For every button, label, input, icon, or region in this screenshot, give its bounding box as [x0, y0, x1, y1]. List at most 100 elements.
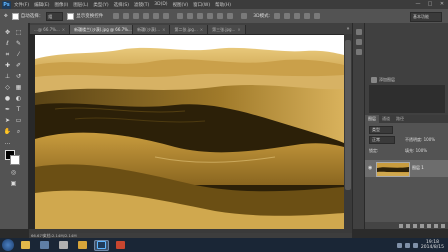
tab-document-3[interactable]: 新疆(沙漠)... ×	[133, 25, 171, 34]
menu-image[interactable]: 图像(I)	[54, 2, 68, 8]
3d-rotate-icon[interactable]	[274, 13, 281, 19]
menu-help[interactable]: 帮助(H)	[215, 2, 231, 8]
healing-brush-tool-icon[interactable]: ✚	[3, 61, 12, 70]
align-vcenter-icon[interactable]	[123, 13, 130, 19]
crop-tool-icon[interactable]: ⌗	[3, 50, 12, 59]
taskbar-media[interactable]	[37, 240, 52, 251]
eyedropper-tool-icon[interactable]: ⁄	[14, 50, 23, 59]
history-brush-tool-icon[interactable]: ↺	[14, 72, 23, 81]
distribute-left-icon[interactable]	[207, 13, 214, 19]
tab-channels[interactable]: 通道	[379, 115, 393, 123]
background-color-swatch[interactable]	[10, 155, 20, 165]
menu-edit[interactable]: 编辑(E)	[34, 2, 49, 8]
screen-mode-icon[interactable]: ▣	[9, 179, 18, 188]
new-group-icon[interactable]	[427, 223, 431, 228]
hand-tool-icon[interactable]: ✋	[3, 127, 12, 136]
type-tool-icon[interactable]: T	[14, 105, 23, 114]
layer-row[interactable]: ◉ 图层 1	[365, 160, 448, 177]
show-transform-checkbox[interactable]	[67, 12, 75, 20]
close-icon[interactable]: ×	[62, 27, 65, 32]
gradient-tool-icon[interactable]: ▦	[14, 83, 23, 92]
close-button[interactable]: ✕	[438, 1, 446, 7]
clone-stamp-tool-icon[interactable]: ⊥	[3, 72, 12, 81]
new-adjustment-icon[interactable]	[420, 223, 424, 228]
3d-slide-icon[interactable]	[304, 13, 311, 19]
align-top-icon[interactable]	[113, 13, 120, 19]
input-method-icon[interactable]	[412, 242, 418, 248]
opacity-control[interactable]: 不透明度: 100%	[405, 137, 435, 143]
align-left-icon[interactable]	[143, 13, 150, 19]
visibility-eye-icon[interactable]: ◉	[368, 165, 372, 171]
distribute-bottom-icon[interactable]	[197, 13, 204, 19]
document-canvas[interactable]	[35, 35, 344, 231]
network-icon[interactable]	[396, 242, 402, 248]
info-panel-icon[interactable]	[356, 49, 362, 55]
taskbar-presentation[interactable]	[113, 240, 128, 251]
distribute-right-icon[interactable]	[227, 13, 234, 19]
distribute-top-icon[interactable]	[177, 13, 184, 19]
menu-3d[interactable]: 3D(D)	[154, 2, 167, 7]
clock[interactable]: 19:18 2014/8/15	[421, 240, 444, 250]
menu-type[interactable]: 类型(Y)	[93, 2, 108, 8]
auto-select-dropdown[interactable]: 组	[46, 11, 64, 21]
taskbar-app[interactable]	[75, 240, 90, 251]
add-layer-icon[interactable]	[371, 77, 377, 83]
zoom-tool-icon[interactable]: ⌕	[14, 127, 23, 136]
volume-icon[interactable]	[404, 242, 410, 248]
trash-icon[interactable]	[441, 223, 445, 228]
shape-tool-icon[interactable]: ▭	[14, 116, 23, 125]
close-icon[interactable]: ×	[237, 27, 240, 32]
tab-layers[interactable]: 图层	[365, 115, 379, 123]
tab-document-5[interactable]: 第三张.jpg... ×	[208, 25, 246, 34]
move-tool-icon[interactable]: ✥	[4, 14, 8, 19]
menu-view[interactable]: 视图(V)	[173, 2, 189, 8]
pen-tool-icon[interactable]: ✒	[3, 105, 12, 114]
align-right-icon[interactable]	[163, 13, 170, 19]
minimize-button[interactable]: —	[414, 1, 422, 7]
quick-select-tool-icon[interactable]: ✎	[14, 39, 23, 48]
start-button[interactable]	[2, 239, 14, 251]
3d-scale-icon[interactable]	[314, 13, 321, 19]
menu-layer[interactable]: 图层(L)	[73, 2, 88, 8]
close-icon[interactable]: ×	[162, 27, 165, 32]
marquee-tool-icon[interactable]: ⬚	[14, 28, 23, 37]
distribute-vcenter-icon[interactable]	[187, 13, 194, 19]
auto-align-icon[interactable]	[241, 13, 248, 19]
path-select-tool-icon[interactable]: ➤	[3, 116, 12, 125]
add-mask-icon[interactable]	[413, 223, 417, 228]
taskbar-photoshop[interactable]	[94, 239, 109, 251]
taskbar-tool[interactable]	[56, 240, 71, 251]
workspace-dropdown[interactable]: 基本功能	[410, 12, 442, 22]
link-layers-icon[interactable]	[399, 223, 403, 228]
lasso-tool-icon[interactable]: ℓ	[3, 39, 12, 48]
new-layer-icon[interactable]	[434, 223, 438, 228]
quick-mask-icon[interactable]: ◎	[9, 168, 18, 177]
blend-mode-dropdown[interactable]: 正常	[369, 136, 395, 144]
tab-document-1[interactable]: …@ 66.7%... ×	[30, 25, 71, 34]
add-style-icon[interactable]	[406, 223, 410, 228]
tab-document-4[interactable]: 第二张.jpg... ×	[170, 25, 209, 34]
distribute-hcenter-icon[interactable]	[217, 13, 224, 19]
more-tools-icon[interactable]: …	[3, 138, 12, 147]
fill-control[interactable]: 填充: 100%	[405, 148, 427, 154]
layer-filter-dropdown[interactable]: 类型	[369, 126, 393, 134]
menu-file[interactable]: 文件(F)	[14, 2, 29, 8]
close-icon[interactable]: ×	[200, 27, 203, 32]
tab-overflow-button[interactable]: »	[344, 25, 352, 34]
menu-select[interactable]: 选择(S)	[114, 2, 129, 8]
3d-roll-icon[interactable]	[284, 13, 291, 19]
taskbar-explorer[interactable]	[18, 240, 33, 251]
tab-paths[interactable]: 路径	[393, 115, 407, 123]
tab-document-2[interactable]: 新疆楼兰(沙漠).jpg @ 66.7%...×	[70, 25, 134, 34]
auto-select-checkbox[interactable]	[11, 12, 19, 20]
blur-tool-icon[interactable]: ●	[3, 94, 12, 103]
properties-panel-icon[interactable]	[356, 39, 362, 45]
move-tool-icon[interactable]: ✥	[3, 28, 12, 37]
menu-window[interactable]: 窗口(W)	[193, 2, 210, 8]
vertical-scrollbar-thumb[interactable]	[345, 40, 351, 190]
dodge-tool-icon[interactable]: ◐	[14, 94, 23, 103]
history-panel-icon[interactable]	[356, 29, 362, 35]
maximize-button[interactable]: □	[426, 1, 434, 7]
menu-filter[interactable]: 滤镜(T)	[134, 2, 149, 8]
eraser-tool-icon[interactable]: ◇	[3, 83, 12, 92]
